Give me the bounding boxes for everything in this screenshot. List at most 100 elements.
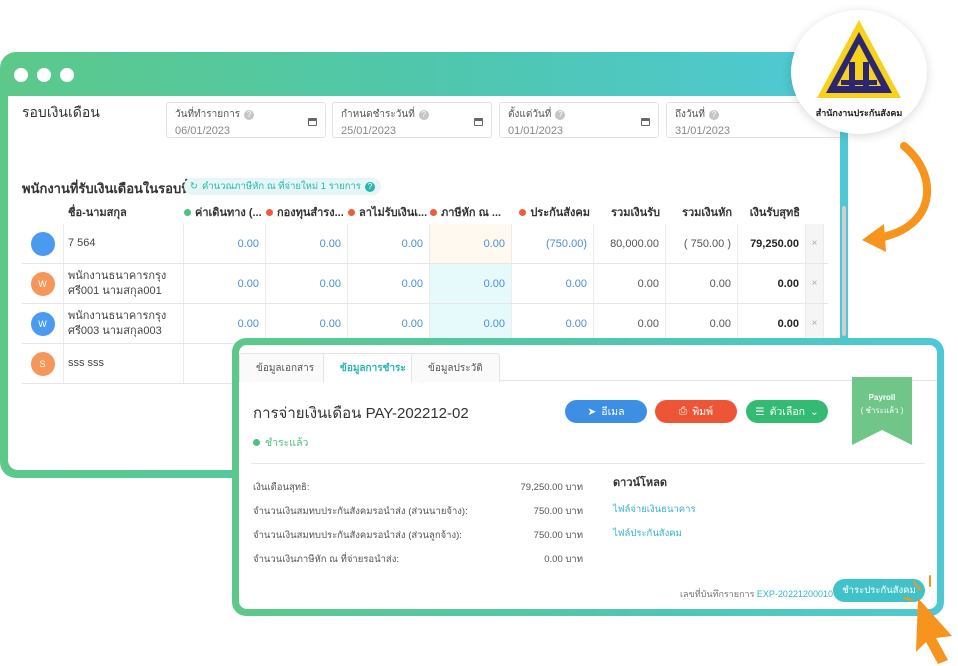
cell-fund[interactable]: 0.00 bbox=[266, 224, 348, 263]
status-text: ชำระแล้ว bbox=[265, 437, 309, 449]
employee-name: พนักงานธนาคารกรุง ศรี001 นามสกุล001 bbox=[64, 264, 184, 303]
col-income[interactable]: รวมเงินรับ bbox=[594, 203, 666, 221]
tab-payment-info[interactable]: ข้อมูลการชำระ bbox=[323, 353, 423, 383]
col-leave-label: ลาไม่รับเงินเ... bbox=[359, 207, 428, 219]
status-badge: ชำระแล้ว bbox=[253, 434, 308, 451]
cell-tax[interactable]: 0.00 bbox=[430, 264, 512, 303]
col-travel[interactable]: ค่าเดินทาง (... bbox=[184, 203, 266, 221]
ribbon-status: ( ชำระแล้ว ) bbox=[860, 406, 904, 415]
chevron-down-icon: ⌄ bbox=[810, 405, 819, 418]
email-button[interactable]: ➤ อีเมล bbox=[565, 400, 647, 423]
table-scrollbar[interactable] bbox=[842, 206, 846, 336]
ref-value[interactable]: EXP-20221200010 bbox=[757, 589, 833, 599]
date-label: วันที่ทำรายการ bbox=[175, 109, 241, 120]
remove-row-icon[interactable]: × bbox=[806, 264, 824, 303]
col-tax-label: ภาษีหัก ณ ... bbox=[441, 207, 502, 219]
red-dot-icon bbox=[430, 208, 437, 216]
cell-travel[interactable]: 0.00 bbox=[184, 224, 266, 263]
sso-file-link[interactable]: ไฟล์ประกันสังคม bbox=[613, 526, 682, 541]
avatar: W bbox=[30, 311, 55, 336]
col-leave[interactable]: ลาไม่รับเงินเ... bbox=[348, 203, 430, 221]
cell-travel[interactable]: 0.00 bbox=[184, 264, 266, 303]
col-deduct[interactable]: รวมเงินหัก bbox=[666, 203, 738, 221]
table-row[interactable]: W พนักงานธนาคารกรุง ศรี001 นามสกุล001 0.0… bbox=[22, 264, 828, 304]
ribbon-title: Payroll bbox=[868, 393, 896, 402]
date-value: 25/01/2023 bbox=[341, 125, 397, 137]
sso-logo-text: สำนักงานประกันสังคม bbox=[815, 108, 903, 118]
date-label: ตั้งแต่วันที่ bbox=[508, 109, 552, 120]
options-button[interactable]: ☰ ตัวเลือก ⌄ bbox=[746, 400, 828, 423]
cell-sso[interactable]: 0.00 bbox=[512, 264, 594, 303]
recalc-tax-text: คำนวณภาษีหัก ณ ที่จ่ายใหม่ 1 รายการ bbox=[201, 181, 361, 192]
col-fund-label: กองทุนสำรง... bbox=[277, 207, 344, 219]
start-date-field[interactable]: ตั้งแต่วันที่? 01/01/2023 bbox=[499, 102, 659, 138]
print-button-label: พิมพ์ bbox=[692, 406, 714, 418]
col-fund[interactable]: กองทุนสำรง... bbox=[266, 203, 348, 221]
transaction-ref: เลขที่บันทึกรายการ EXP-20221200010 bbox=[680, 587, 833, 601]
avatar bbox=[30, 231, 55, 256]
help-icon: ? bbox=[418, 109, 429, 120]
cell-deduct: ( 750.00 ) bbox=[666, 224, 738, 263]
calendar-icon[interactable] bbox=[308, 118, 317, 126]
cell-leave[interactable]: 0.00 bbox=[348, 264, 430, 303]
due-date-field[interactable]: กำหนดชำระวันที่? 25/01/2023 bbox=[332, 102, 492, 138]
cell-income: 80,000.00 bbox=[594, 224, 666, 263]
bank-file-link[interactable]: ไฟล์จ่ายเงินธนาคาร bbox=[613, 502, 696, 517]
help-icon: ? bbox=[555, 109, 566, 120]
window-dot-3[interactable] bbox=[60, 68, 74, 82]
info-withholding-tax: จำนวนเงินภาษีหัก ณ ที่จ่ายรอนำส่ง: 0.00 บ… bbox=[253, 554, 583, 565]
date-value: 06/01/2023 bbox=[175, 125, 231, 137]
transaction-date-field[interactable]: วันที่ทำรายการ? 06/01/2023 bbox=[166, 102, 326, 138]
employees-section-title: พนักงานที่รับเงินเดือนในรอบนี้ bbox=[22, 181, 191, 196]
cell-net: 0.00 bbox=[738, 264, 806, 303]
help-icon: ? bbox=[244, 109, 255, 120]
status-dot-icon bbox=[253, 439, 260, 446]
employee-name: sss sss bbox=[64, 344, 184, 383]
payment-detail-panel: ข้อมูลเอกสาร ข้อมูลการชำระ ข้อมูลประวัติ… bbox=[239, 345, 937, 609]
print-button[interactable]: ⎙ พิมพ์ bbox=[655, 400, 737, 423]
payroll-status-ribbon: Payroll ( ชำระแล้ว ) bbox=[852, 377, 912, 445]
col-net[interactable]: เงินรับสุทธิ bbox=[738, 203, 806, 221]
printer-icon: ⎙ bbox=[678, 405, 688, 417]
col-tax[interactable]: ภาษีหัก ณ ... bbox=[430, 203, 512, 221]
date-label: กำหนดชำระวันที่ bbox=[341, 109, 415, 120]
window-dot-2[interactable] bbox=[37, 68, 51, 82]
cell-leave[interactable]: 0.00 bbox=[348, 224, 430, 263]
table-header: ชื่อ-นามสกุล ค่าเดินทาง (... กองทุนสำรง.… bbox=[22, 200, 828, 224]
tab-bar: ข้อมูลเอกสาร ข้อมูลการชำระ ข้อมูลประวัติ bbox=[239, 345, 937, 383]
cell-net: 79,250.00 bbox=[738, 224, 806, 263]
cell-sso[interactable]: (750.00) bbox=[512, 224, 594, 263]
col-sso[interactable]: ประกันสังคม bbox=[512, 203, 594, 221]
remove-row-icon[interactable]: × bbox=[806, 224, 824, 263]
payment-detail-window: ข้อมูลเอกสาร ข้อมูลการชำระ ข้อมูลประวัติ… bbox=[232, 338, 944, 616]
info-net-salary: เงินเดือนสุทธิ: 79,250.00 บาท bbox=[253, 482, 583, 493]
col-name[interactable]: ชื่อ-นามสกุล bbox=[64, 203, 184, 221]
menu-icon: ☰ bbox=[755, 405, 765, 418]
refresh-icon: ↻ bbox=[190, 181, 198, 192]
calendar-icon[interactable] bbox=[641, 118, 650, 126]
email-button-label: อีเมล bbox=[601, 406, 625, 418]
payroll-round-title: รอบเงินเดือน bbox=[22, 104, 100, 120]
download-title: ดาวน์โหลด bbox=[613, 477, 668, 489]
employee-name: พนักงานธนาคารกรุง ศรี003 นามสกุล003 bbox=[64, 304, 184, 343]
table-row[interactable]: 7 564 0.00 0.00 0.00 0.00 (750.00) 80,00… bbox=[22, 224, 828, 264]
cell-tax[interactable]: 0.00 bbox=[430, 224, 512, 263]
recalc-tax-badge[interactable]: ↻ คำนวณภาษีหัก ณ ที่จ่ายใหม่ 1 รายการ ? bbox=[184, 178, 381, 195]
window-dot-1[interactable] bbox=[14, 68, 28, 82]
date-value: 01/01/2023 bbox=[508, 125, 564, 137]
col-sso-label: ประกันสังคม bbox=[530, 207, 590, 219]
tab-history-info[interactable]: ข้อมูลประวัติ bbox=[411, 353, 500, 382]
info-sso-employer: จำนวนเงินสมทบประกันสังคมรอนำส่ง (ส่วนนาย… bbox=[253, 506, 583, 517]
cell-fund[interactable]: 0.00 bbox=[266, 264, 348, 303]
col-travel-label: ค่าเดินทาง (... bbox=[195, 207, 262, 219]
send-icon: ➤ bbox=[587, 405, 597, 418]
tab-document-info[interactable]: ข้อมูลเอกสาร bbox=[239, 353, 332, 382]
date-label: ถึงวันที่ bbox=[675, 109, 705, 120]
help-icon: ? bbox=[708, 109, 719, 120]
employee-name: 7 564 bbox=[64, 224, 184, 263]
avatar: S bbox=[30, 351, 55, 376]
red-dot-icon bbox=[266, 208, 273, 216]
ref-label: เลขที่บันทึกรายการ bbox=[679, 589, 755, 599]
calendar-icon[interactable] bbox=[474, 118, 483, 126]
curved-arrow-icon bbox=[862, 142, 931, 252]
